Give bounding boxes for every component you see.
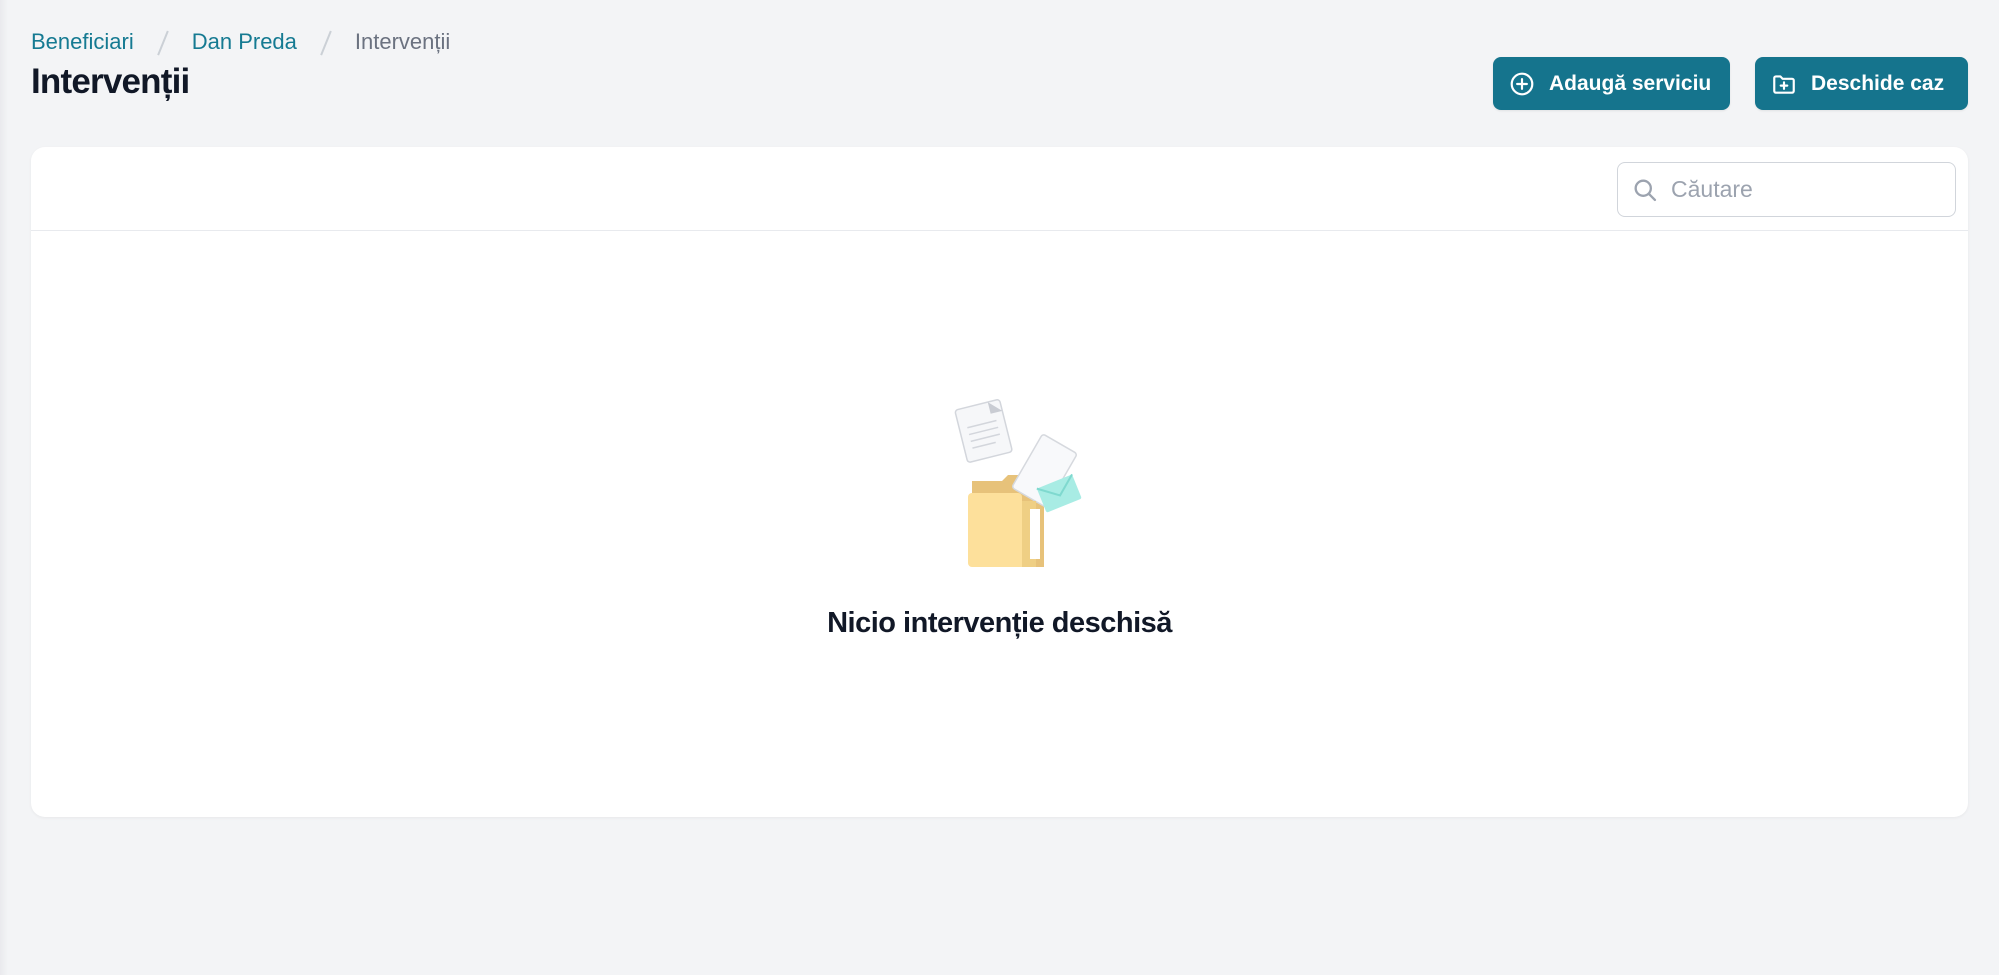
- add-service-label: Adaugă serviciu: [1549, 71, 1712, 95]
- breadcrumb-beneficiari[interactable]: Beneficiari: [31, 29, 134, 55]
- search-input[interactable]: [1671, 176, 1941, 203]
- breadcrumb-separator: [319, 30, 333, 54]
- search-icon: [1631, 176, 1659, 204]
- page-title: Intervenții: [31, 62, 190, 101]
- search-box[interactable]: [1617, 162, 1956, 217]
- card-toolbar: [31, 147, 1968, 231]
- open-case-button[interactable]: Deschide caz: [1755, 57, 1968, 110]
- breadcrumb: Beneficiari Dan Preda Intervenții: [31, 28, 450, 56]
- breadcrumb-separator: [156, 30, 170, 54]
- plus-circle-icon: [1509, 71, 1535, 97]
- window-edge: [0, 0, 8, 975]
- breadcrumb-dan-preda[interactable]: Dan Preda: [192, 29, 297, 55]
- add-service-button[interactable]: Adaugă serviciu: [1493, 57, 1730, 110]
- breadcrumb-current: Intervenții: [354, 29, 451, 54]
- empty-folder-illustration: [924, 397, 1104, 577]
- interventions-card: Nicio intervenție deschisă: [31, 147, 1968, 817]
- folder-plus-icon: [1771, 71, 1797, 97]
- open-case-label: Deschide caz: [1811, 71, 1945, 95]
- empty-state-title: Nicio intervenție deschisă: [827, 607, 1172, 639]
